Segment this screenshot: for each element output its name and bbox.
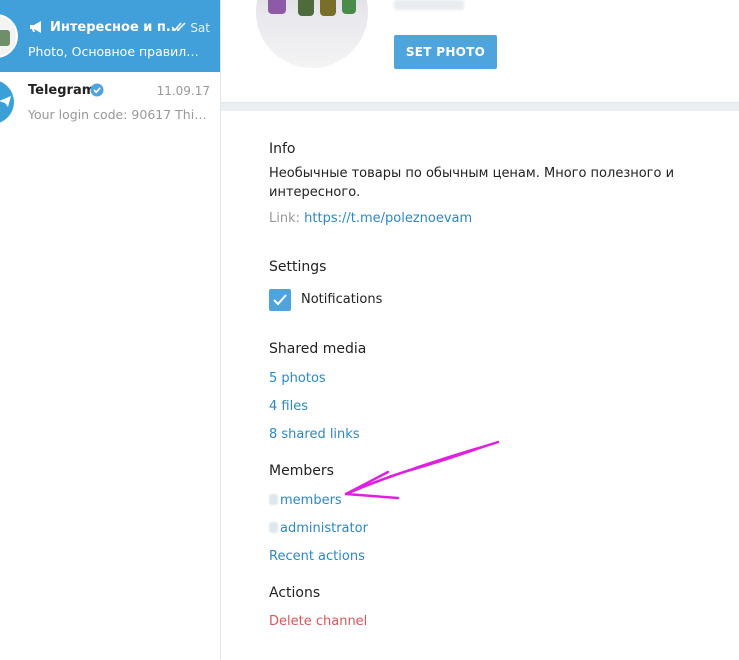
channel-profile-header: SET PHOTO <box>221 0 739 102</box>
checkmark-icon <box>273 294 287 306</box>
section-divider <box>221 102 739 111</box>
delete-channel-link[interactable]: Delete channel <box>269 614 367 629</box>
double-check-icon <box>171 22 186 32</box>
shared-files-link[interactable]: 4 files <box>269 399 308 414</box>
channel-avatar <box>0 14 18 58</box>
channel-link[interactable]: https://t.me/poleznoevam <box>304 211 472 226</box>
actions-heading: Actions <box>269 585 321 601</box>
dialog-channel-active[interactable]: Интересное и п... Sat Photo, Основное пр… <box>0 0 220 72</box>
channel-link-row: Link: https://t.me/poleznoevam <box>269 211 472 226</box>
dialog-title: Интересное и п... <box>50 20 181 35</box>
set-photo-button[interactable]: SET PHOTO <box>394 35 497 69</box>
administrators-link[interactable]: administrator <box>269 521 368 536</box>
blurred-count <box>269 522 278 533</box>
shared-photos-link[interactable]: 5 photos <box>269 371 326 386</box>
dialog-title: Telegram <box>28 83 96 98</box>
verified-badge-icon <box>90 83 104 97</box>
dialog-preview: Your login code: 90617 This c... <box>28 107 210 122</box>
settings-heading: Settings <box>269 259 327 275</box>
dialog-telegram[interactable]: Telegram 11.09.17 Your login code: 90617… <box>0 72 220 128</box>
photo-detail <box>298 0 314 16</box>
members-heading: Members <box>269 463 334 479</box>
channel-photo[interactable] <box>256 0 368 68</box>
telegram-avatar <box>0 80 14 124</box>
dialog-date: 11.09.17 <box>156 84 210 98</box>
photo-detail <box>268 0 286 14</box>
notifications-label: Notifications <box>301 292 383 307</box>
hand-drawn-arrow <box>344 440 500 500</box>
dialog-preview: Photo, Основное правило ... <box>28 44 206 59</box>
megaphone-icon <box>30 21 41 33</box>
paper-plane-icon <box>0 96 11 107</box>
recent-actions-link[interactable]: Recent actions <box>269 549 365 564</box>
channel-description: Необычные товары по обычным ценам. Много… <box>269 166 675 200</box>
link-label: Link: <box>269 211 301 226</box>
shared-media-heading: Shared media <box>269 341 367 357</box>
blurred-subscriber-count <box>394 0 464 10</box>
info-heading: Info <box>269 141 296 157</box>
chat-list: Интересное и п... Sat Photo, Основное пр… <box>0 0 221 660</box>
dialog-date: Sat <box>190 21 210 35</box>
administrator-link-label: administrator <box>280 521 368 536</box>
photo-detail <box>320 0 336 16</box>
notifications-checkbox[interactable] <box>269 289 291 311</box>
photo-detail <box>342 0 356 14</box>
blurred-count <box>269 494 278 505</box>
